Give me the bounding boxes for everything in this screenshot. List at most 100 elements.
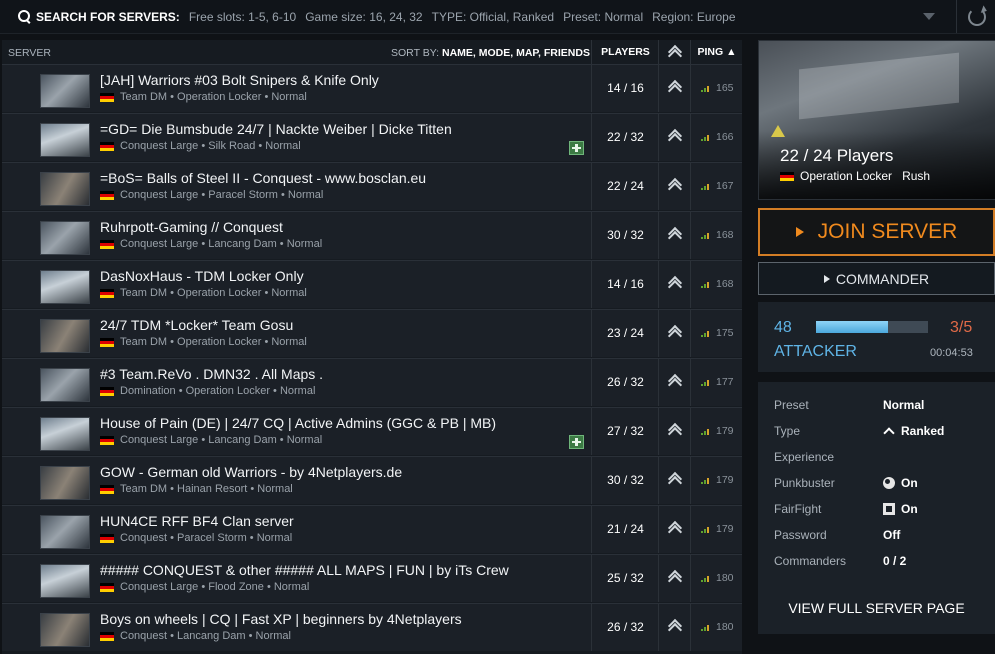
map-thumbnail [40, 221, 90, 255]
server-row[interactable]: =GD= Die Bumsbude 24/7 | Nackte Weiber |… [2, 113, 742, 161]
filter-preset: Preset: Normal [563, 9, 644, 24]
warning-icon [771, 125, 785, 137]
server-ping: 165 [716, 82, 734, 94]
detail-label: Commanders [774, 554, 847, 568]
server-row[interactable]: ##### CONQUEST & other ##### ALL MAPS | … [2, 554, 742, 602]
server-row[interactable]: =BoS= Balls of Steel II - Conquest - www… [2, 162, 742, 210]
server-ping: 180 [716, 621, 734, 633]
server-rank-cell [658, 408, 691, 455]
play-icon [823, 274, 830, 283]
round-time: 00:04:53 [930, 347, 973, 359]
detail-value: Off [883, 528, 901, 542]
refresh-button[interactable] [956, 0, 995, 33]
server-name: DasNoxHaus - TDM Locker Only [100, 268, 304, 284]
map-thumbnail [40, 123, 90, 157]
commander-button[interactable]: COMMANDER [758, 262, 995, 295]
detail-value: On [901, 502, 918, 516]
ping-icon [701, 525, 711, 533]
commander-label: COMMANDER [835, 270, 930, 287]
rank-icon [667, 569, 683, 589]
server-rank-cell [658, 604, 691, 651]
detail-value-wrap: Normal [883, 398, 924, 412]
server-ping: 179 [716, 523, 734, 535]
server-players: 27 / 32 [591, 408, 659, 455]
server-rank-cell [658, 261, 691, 308]
server-row[interactable]: Boys on wheels | CQ | Fast XP | beginner… [2, 603, 742, 651]
view-full-server-page-button[interactable]: VIEW FULL SERVER PAGE [758, 600, 995, 620]
ping-icon [701, 574, 711, 582]
map-thumbnail [40, 417, 90, 451]
detail-label: Preset [774, 398, 809, 412]
server-meta: Team DM • Hainan Resort • Normal [100, 483, 293, 495]
chevron-down-icon[interactable] [923, 13, 935, 20]
flag-de-icon [100, 631, 114, 641]
search-title: SEARCH FOR SERVERS: [36, 9, 180, 24]
ticket-count: 48 [774, 319, 792, 336]
flag-de-icon [100, 582, 114, 592]
server-players: 23 / 24 [591, 310, 659, 357]
server-row[interactable]: #3 Team.ReVo . DMN32 . All Maps . Dominat… [2, 358, 742, 406]
column-ping[interactable]: PING ▲ [690, 40, 743, 64]
ticket-bar [816, 321, 928, 333]
server-ping-cell: 177 [690, 359, 743, 406]
server-rank-cell [658, 212, 691, 259]
selected-mode: Rush [902, 169, 931, 183]
rank-icon [667, 471, 683, 491]
column-players[interactable]: PLAYERS [591, 40, 659, 64]
map-thumbnail [40, 74, 90, 108]
detail-row-fairfight: FairFight On [774, 502, 984, 520]
server-name: Ruhrpott-Gaming // Conquest [100, 219, 283, 235]
detail-value-wrap: On [883, 502, 918, 516]
flag-de-icon [100, 239, 114, 249]
server-players: 25 / 32 [591, 555, 659, 602]
server-ping-cell: 179 [690, 457, 743, 504]
server-row[interactable]: House of Pain (DE) | 24/7 CQ | Active Ad… [2, 407, 742, 455]
server-row[interactable]: 24/7 TDM *Locker* Team Gosu Team DM • Ope… [2, 309, 742, 357]
server-ping: 166 [716, 131, 734, 143]
flag-de-icon [100, 533, 114, 543]
detail-label: Type [774, 424, 801, 438]
server-rank-cell [658, 457, 691, 504]
server-row[interactable]: [JAH] Warriors #03 Bolt Snipers & Knife … [2, 64, 742, 112]
server-mode-map: Conquest Large • Lancang Dam • Normal [120, 238, 323, 250]
column-rank[interactable] [658, 40, 691, 64]
rank-icon [667, 422, 683, 442]
detail-value-wrap: Off [883, 528, 900, 542]
server-name: #3 Team.ReVo . DMN32 . All Maps . [100, 366, 324, 382]
sort-options[interactable]: NAME, MODE, MAP, FRIENDS [442, 47, 590, 59]
detail-value-wrap: 0 / 2 [883, 554, 906, 568]
filter-region: Region: Europe [652, 9, 736, 24]
selected-map-line: Operation Locker Rush [780, 169, 930, 183]
server-search-filter[interactable]: SEARCH FOR SERVERS: Free slots: 1-5, 6-1… [0, 0, 953, 33]
server-name: [JAH] Warriors #03 Bolt Snipers & Knife … [100, 72, 379, 88]
detail-row-preset: Preset Normal [774, 398, 984, 416]
detail-row-experience: Experience [774, 450, 984, 468]
server-rank-cell [658, 555, 691, 602]
server-players: 14 / 16 [591, 261, 659, 308]
server-rank-cell [658, 114, 691, 161]
sort-by[interactable]: SORT BY: NAME, MODE, MAP, FRIENDS [391, 47, 590, 59]
detail-value-wrap: Ranked [883, 424, 944, 439]
server-ping-cell: 175 [690, 310, 743, 357]
rank-icon [667, 324, 683, 344]
server-ping-cell: 165 [690, 65, 743, 112]
filter-free-slots: Free slots: 1-5, 6-10 [188, 9, 297, 24]
server-ping-cell: 179 [690, 506, 743, 553]
flag-de-icon [100, 92, 114, 102]
rank-icon [667, 44, 683, 64]
team-label: ATTACKER [774, 343, 857, 360]
server-row[interactable]: DasNoxHaus - TDM Locker Only Team DM • Op… [2, 260, 742, 308]
join-server-button[interactable]: JOIN SERVER [758, 208, 995, 256]
flag-de-icon [100, 141, 114, 151]
map-thumbnail [40, 613, 90, 647]
detail-row-commanders: Commanders 0 / 2 [774, 554, 984, 572]
detail-value: Normal [883, 398, 925, 412]
server-ping-cell: 179 [690, 408, 743, 455]
server-ping-cell: 167 [690, 163, 743, 210]
server-row[interactable]: GOW - German old Warriors - by 4Netplaye… [2, 456, 742, 504]
server-row[interactable]: Ruhrpott-Gaming // Conquest Conquest Larg… [2, 211, 742, 259]
round-status: 48 3/5 ATTACKER 00:04:53 [758, 302, 995, 372]
server-mode-map: Team DM • Operation Locker • Normal [120, 336, 307, 348]
round-count: 3/5 [950, 319, 973, 336]
server-row[interactable]: HUN4CE RFF BF4 Clan server Conquest • Par… [2, 505, 742, 553]
